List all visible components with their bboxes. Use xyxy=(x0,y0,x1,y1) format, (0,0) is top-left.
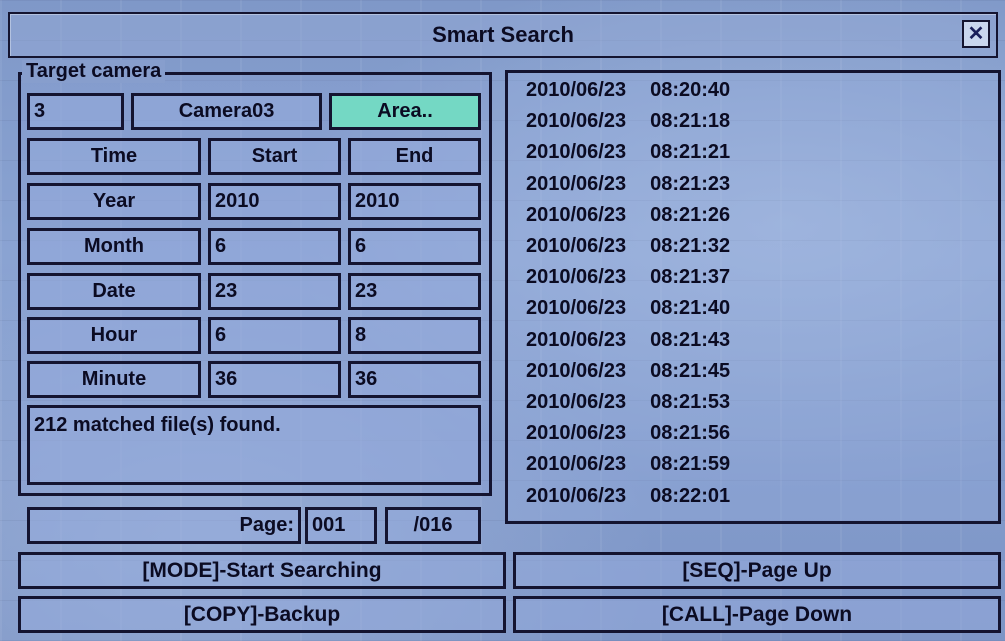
start-header-label: Start xyxy=(208,138,341,175)
result-time: 08:21:45 xyxy=(650,359,731,382)
backup-button[interactable]: [COPY]-Backup xyxy=(18,596,506,633)
result-time: 08:21:53 xyxy=(650,391,731,413)
year-end-field[interactable]: 2010 xyxy=(348,183,481,220)
month-end-field[interactable]: 6 xyxy=(348,228,481,265)
page-current-field[interactable]: 001 xyxy=(305,507,377,544)
camera-number-field[interactable]: 3 xyxy=(27,93,124,130)
page-total-field: /016 xyxy=(385,507,481,544)
result-date: 2010/06/23 xyxy=(526,172,627,195)
result-time: 08:21:26 xyxy=(650,203,731,226)
status-message-box: 212 matched file(s) found. xyxy=(27,405,481,485)
result-row[interactable]: 2010/06/23 08:21:18 xyxy=(526,110,730,133)
result-row[interactable]: 2010/06/23 08:21:26 xyxy=(526,204,730,227)
result-row[interactable]: 2010/06/23 08:21:32 xyxy=(526,235,730,258)
result-time: 08:21:43 xyxy=(650,328,731,351)
result-row[interactable]: 2010/06/23 08:21:53 xyxy=(526,391,730,414)
date-start-field[interactable]: 23 xyxy=(208,273,341,310)
page-up-button[interactable]: [SEQ]-Page Up xyxy=(513,552,1001,589)
result-time: 08:21:32 xyxy=(650,235,731,257)
date-end-field[interactable]: 23 xyxy=(348,273,481,310)
page-down-button[interactable]: [CALL]-Page Down xyxy=(513,596,1001,633)
year-start-field[interactable]: 2010 xyxy=(208,183,341,220)
month-label: Month xyxy=(27,228,201,265)
result-time: 08:22:01 xyxy=(650,484,731,507)
close-icon[interactable]: ✕ xyxy=(962,20,990,48)
result-date: 2010/06/23 xyxy=(526,141,627,164)
result-date: 2010/06/23 xyxy=(526,422,627,445)
area-button[interactable]: Area.. xyxy=(329,93,481,130)
result-time: 08:20:40 xyxy=(650,79,731,101)
result-row[interactable]: 2010/06/23 08:21:23 xyxy=(526,173,730,196)
result-time: 08:21:23 xyxy=(650,172,731,195)
result-row[interactable]: 2010/06/23 08:22:01 xyxy=(526,485,730,508)
year-label: Year xyxy=(27,183,201,220)
result-date: 2010/06/23 xyxy=(526,453,627,476)
result-row[interactable]: 2010/06/23 08:21:59 xyxy=(526,453,730,476)
minute-end-field[interactable]: 36 xyxy=(348,361,481,398)
result-time: 08:21:18 xyxy=(650,110,731,133)
page-label: Page: xyxy=(239,514,294,536)
result-date: 2010/06/23 xyxy=(526,328,627,351)
hour-label: Hour xyxy=(27,317,201,354)
result-date: 2010/06/23 xyxy=(526,359,627,382)
result-row[interactable]: 2010/06/23 08:21:21 xyxy=(526,141,730,164)
result-row[interactable]: 2010/06/23 08:21:37 xyxy=(526,266,730,289)
window-title-bar: Smart Search ✕ xyxy=(8,12,998,58)
results-list[interactable]: 2010/06/23 08:20:40 2010/06/23 08:21:18 2010… xyxy=(505,70,1001,524)
result-date: 2010/06/23 xyxy=(526,391,627,413)
page-label-box: Page: xyxy=(27,507,301,544)
date-label: Date xyxy=(27,273,201,310)
result-row[interactable]: 2010/06/23 08:21:45 xyxy=(526,360,730,383)
start-searching-button[interactable]: [MODE]-Start Searching xyxy=(18,552,506,589)
result-date: 2010/06/23 xyxy=(526,266,627,289)
result-date: 2010/06/23 xyxy=(526,79,627,101)
camera-name-field[interactable]: Camera03 xyxy=(131,93,322,130)
result-row[interactable]: 2010/06/23 08:21:40 xyxy=(526,297,730,320)
window-title: Smart Search xyxy=(432,22,574,47)
result-date: 2010/06/23 xyxy=(526,203,627,226)
result-row[interactable]: 2010/06/23 08:21:43 xyxy=(526,329,730,352)
result-date: 2010/06/23 xyxy=(526,297,627,320)
month-start-field[interactable]: 6 xyxy=(208,228,341,265)
hour-start-field[interactable]: 6 xyxy=(208,317,341,354)
minute-label: Minute xyxy=(27,361,201,398)
minute-start-field[interactable]: 36 xyxy=(208,361,341,398)
result-time: 08:21:37 xyxy=(650,266,731,289)
hour-end-field[interactable]: 8 xyxy=(348,317,481,354)
result-time: 08:21:40 xyxy=(650,297,731,320)
result-row[interactable]: 2010/06/23 08:20:40 xyxy=(526,79,730,102)
result-date: 2010/06/23 xyxy=(526,235,627,257)
result-date: 2010/06/23 xyxy=(526,484,627,507)
result-time: 08:21:56 xyxy=(650,422,731,445)
result-row[interactable]: 2010/06/23 08:21:56 xyxy=(526,422,730,445)
result-time: 08:21:21 xyxy=(650,141,731,164)
result-time: 08:21:59 xyxy=(650,453,731,476)
end-header-label: End xyxy=(348,138,481,175)
time-header-label: Time xyxy=(27,138,201,175)
result-date: 2010/06/23 xyxy=(526,110,627,133)
status-message: 212 matched file(s) found. xyxy=(34,414,281,436)
target-camera-legend: Target camera xyxy=(22,60,166,83)
